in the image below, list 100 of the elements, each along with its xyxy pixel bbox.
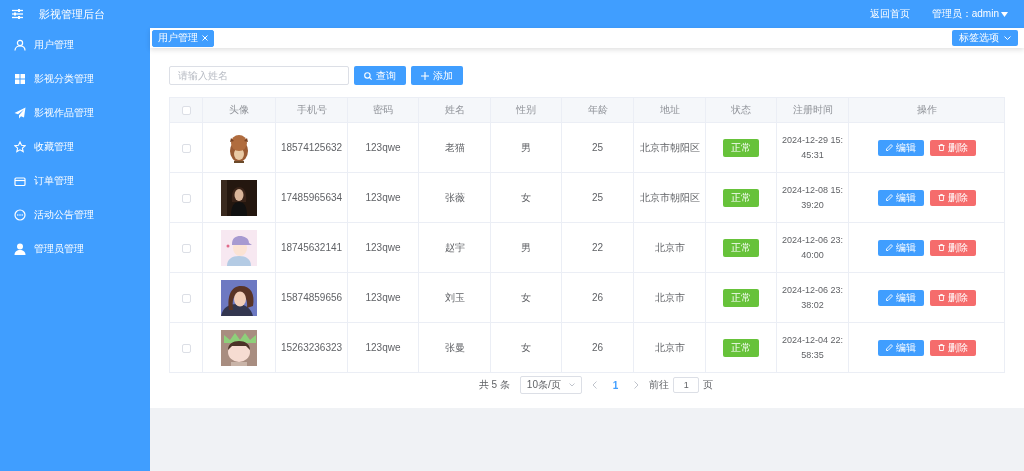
table-cell: 123qwe: [347, 222, 419, 273]
date-text: 2024-12-08 15:39:20: [780, 183, 845, 212]
checkbox[interactable]: [181, 293, 191, 303]
home-link[interactable]: 返回首页: [869, 7, 910, 21]
sidebar-item[interactable]: 订单管理: [0, 164, 150, 198]
table-cell: 北京市朝阳区: [633, 172, 706, 223]
delete-button[interactable]: 删除: [929, 139, 976, 156]
tab-options-button[interactable]: 标签选项: [952, 30, 1018, 46]
table-cell: 123qwe: [347, 122, 419, 173]
table-cell: 北京市: [633, 322, 706, 373]
table-cell: 18745632141: [275, 222, 348, 273]
table-cell: 26: [561, 272, 634, 323]
paper-plane-icon: [14, 107, 26, 119]
column-header: 姓名: [418, 97, 491, 123]
table-cell: 123qwe: [347, 272, 419, 323]
table-cell: 123qwe: [347, 172, 419, 223]
edit-button[interactable]: 编辑: [877, 289, 924, 306]
delete-button[interactable]: 删除: [929, 339, 976, 356]
caret-icon: [1001, 11, 1008, 17]
table-cell: 女: [490, 322, 562, 373]
trash-icon: [937, 144, 945, 151]
table-cell: 女: [490, 272, 562, 323]
chevron-down-icon: [1004, 36, 1011, 40]
table-cell: 老猫: [418, 122, 491, 173]
trash-icon: [937, 344, 945, 351]
table-cell: 张薇: [418, 172, 491, 223]
tab[interactable]: 用户管理: [152, 29, 214, 47]
column-header: 年龄: [561, 97, 634, 123]
column-header: 操作: [848, 97, 1005, 123]
table-cell: 女: [490, 172, 562, 223]
table-cell: 男: [490, 222, 562, 273]
checkbox[interactable]: [181, 193, 191, 203]
add-button[interactable]: 添加: [411, 66, 463, 85]
column-header: 头像: [202, 97, 276, 123]
app-title: 影视管理后台: [39, 6, 105, 22]
edit-button[interactable]: 编辑: [877, 239, 924, 256]
page-unit-label: 页: [703, 378, 714, 392]
pencil-icon: [885, 344, 893, 351]
sidebar-item[interactable]: 收藏管理: [0, 130, 150, 164]
table-cell: 123qwe: [347, 322, 419, 373]
column-header: 状态: [705, 97, 777, 123]
status-tag: 正常: [723, 238, 759, 257]
column-header: 密码: [347, 97, 419, 123]
page-size-select[interactable]: 10条/页: [519, 376, 582, 394]
sidebar-item[interactable]: 影视分类管理: [0, 62, 150, 96]
table-cell: 17485965634: [275, 172, 348, 223]
edit-button[interactable]: 编辑: [877, 139, 924, 156]
sliders-icon: [12, 9, 23, 19]
checkbox[interactable]: [181, 243, 191, 253]
edit-button[interactable]: 编辑: [877, 189, 924, 206]
sidebar-item[interactable]: 管理员管理: [0, 232, 150, 266]
trash-icon: [937, 194, 945, 201]
grid-icon: [14, 73, 26, 85]
column-header: 手机号: [275, 97, 348, 123]
date-text: 2024-12-06 23:40:00: [780, 233, 845, 262]
sidebar-item[interactable]: 活动公告管理: [0, 198, 150, 232]
goto-label: 前往: [649, 378, 670, 392]
trash-icon: [937, 294, 945, 301]
table-cell: 15874859656: [275, 272, 348, 323]
chat-icon: [14, 209, 26, 221]
tray-icon: [14, 175, 26, 187]
checkbox[interactable]: [181, 343, 191, 353]
table-cell: 26: [561, 322, 634, 373]
search-button[interactable]: 查询: [354, 66, 406, 85]
page-number[interactable]: 1: [606, 379, 625, 391]
status-tag: 正常: [723, 188, 759, 207]
date-text: 2024-12-06 23:38:02: [780, 283, 845, 312]
pencil-icon: [885, 144, 893, 151]
delete-button[interactable]: 删除: [929, 189, 976, 206]
delete-button[interactable]: 删除: [929, 239, 976, 256]
chevron-down-icon: [568, 383, 575, 387]
close-icon[interactable]: [202, 35, 208, 41]
status-tag: 正常: [723, 338, 759, 357]
table-cell: 赵宇: [418, 222, 491, 273]
table-cell: 男: [490, 122, 562, 173]
sidebar-item[interactable]: 用户管理: [0, 28, 150, 62]
table-cell: 25: [561, 122, 634, 173]
person-icon: [14, 243, 26, 255]
total-count: 共 5 条: [478, 378, 510, 392]
prev-page-icon[interactable]: [591, 381, 597, 389]
table-cell: 北京市: [633, 272, 706, 323]
user-icon: [14, 39, 26, 51]
checkbox[interactable]: [181, 143, 191, 153]
table-cell: 张曼: [418, 322, 491, 373]
page-input[interactable]: 1: [673, 377, 700, 393]
table-cell: 22: [561, 222, 634, 273]
table-cell: 18574125632: [275, 122, 348, 173]
status-tag: 正常: [723, 138, 759, 157]
checkbox[interactable]: [181, 106, 191, 116]
column-header: 注册时间: [776, 97, 849, 123]
pencil-icon: [885, 294, 893, 301]
user-menu[interactable]: 管理员：admin: [931, 7, 1008, 21]
sidebar-item[interactable]: 影视作品管理: [0, 96, 150, 130]
search-field[interactable]: 请输入姓名: [169, 66, 349, 85]
column-header: 性别: [490, 97, 562, 123]
edit-button[interactable]: 编辑: [877, 339, 924, 356]
star-icon: [14, 141, 26, 153]
next-page-icon[interactable]: [634, 381, 640, 389]
delete-button[interactable]: 删除: [929, 289, 976, 306]
pencil-icon: [885, 244, 893, 251]
